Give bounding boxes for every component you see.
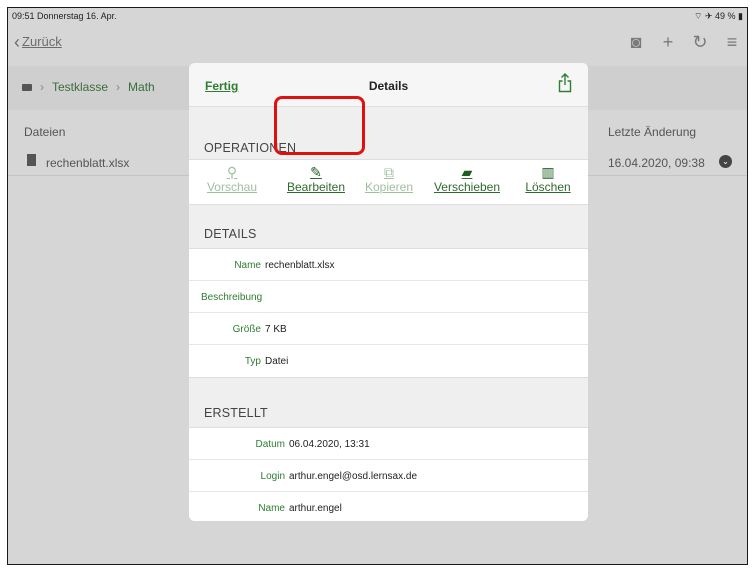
menu-icon[interactable]: ≡	[723, 32, 741, 53]
detail-row-name: Name rechenblatt.xlsx	[189, 249, 588, 281]
detail-value: 06.04.2020, 13:31	[289, 439, 370, 450]
column-files[interactable]: Dateien	[24, 125, 65, 139]
copy-label: Kopieren	[364, 180, 414, 194]
section-created: ERSTELLT	[204, 406, 268, 420]
chevron-left-icon: ‹	[14, 32, 20, 52]
dialog-title: Details	[368, 79, 409, 93]
folder-move-icon: ▰	[461, 164, 473, 180]
created-row-date: Datum 06.04.2020, 13:31	[189, 428, 588, 460]
breadcrumb-item-math[interactable]: Math	[128, 80, 155, 94]
dialog-body: OPERATIONEN ⚲ Vorschau ✎ Bearbeiten ⧉ Ko…	[189, 107, 588, 521]
screen-frame: 09:51 Donnerstag 16. Apr. ⌔ ✈ 49 % ▮ ‹ Zu…	[7, 7, 748, 565]
move-button[interactable]: ▰ Verschieben	[425, 164, 509, 194]
created-row-name: Name arthur.engel	[189, 492, 588, 521]
move-label: Verschieben	[433, 180, 501, 194]
highlight-annotation	[274, 96, 365, 155]
delete-label: Löschen	[525, 180, 571, 194]
details-list: Name rechenblatt.xlsx Beschreibung Größe…	[189, 248, 588, 378]
detail-value: arthur.engel@osd.lernsax.de	[289, 471, 418, 482]
detail-row-size: Größe 7 KB	[189, 313, 588, 345]
status-time: 09:51 Donnerstag 16. Apr.	[12, 11, 117, 21]
detail-key: Datum	[255, 439, 285, 450]
edit-label: Bearbeiten	[286, 180, 346, 194]
created-row-login: Login arthur.engel@osd.lernsax.de	[189, 460, 588, 492]
operations-bar: ⚲ Vorschau ✎ Bearbeiten ⧉ Kopieren ▰ Ver…	[189, 159, 588, 205]
delete-button[interactable]: ▥ Löschen	[517, 164, 579, 194]
copy-button[interactable]: ⧉ Kopieren	[361, 164, 417, 194]
detail-key: Name	[258, 503, 285, 514]
edit-button[interactable]: ✎ Bearbeiten	[277, 164, 355, 194]
detail-key: Beschreibung	[201, 292, 263, 303]
detail-value: 7 KB	[265, 324, 287, 335]
detail-row-type: Typ Datei	[189, 345, 588, 377]
refresh-icon[interactable]: ↻	[691, 32, 709, 53]
back-label: Zurück	[22, 34, 62, 49]
detail-key: Name	[234, 260, 261, 271]
dialog-header: Fertig Details	[189, 63, 588, 107]
file-modified: 16.04.2020, 09:38	[608, 156, 705, 170]
column-modified[interactable]: Letzte Änderung	[608, 125, 696, 139]
camera-icon[interactable]: ◙	[627, 32, 645, 53]
share-icon[interactable]	[558, 73, 572, 93]
status-indicators: ⌔ ✈ 49 % ▮	[694, 11, 743, 21]
detail-key: Größe	[232, 324, 261, 335]
preview-label: Vorschau	[206, 180, 258, 194]
file-icon	[27, 154, 36, 166]
detail-key: Login	[260, 471, 285, 482]
section-operations: OPERATIONEN	[204, 141, 297, 155]
plus-icon[interactable]: +	[659, 32, 677, 53]
copy-icon: ⧉	[384, 164, 394, 180]
folder-icon	[22, 83, 32, 91]
preview-button[interactable]: ⚲ Vorschau	[203, 164, 261, 194]
details-dialog: Fertig Details OPERATIONEN ⚲ Vorschau ✎ …	[189, 63, 588, 521]
created-list: Datum 06.04.2020, 13:31 Login arthur.eng…	[189, 427, 588, 521]
nav-actions: ◙ + ↻ ≡	[627, 32, 741, 53]
search-icon: ⚲	[226, 164, 238, 180]
pencil-icon: ✎	[310, 164, 322, 180]
nav-bar: ‹ Zurück ◙ + ↻ ≡	[8, 26, 747, 60]
chevron-right-icon: ›	[40, 80, 44, 94]
detail-value: arthur.engel	[289, 503, 342, 514]
back-button[interactable]: ‹ Zurück	[14, 32, 62, 52]
file-name: rechenblatt.xlsx	[46, 156, 130, 170]
detail-row-description[interactable]: Beschreibung	[189, 281, 588, 313]
trash-icon: ▥	[541, 164, 555, 180]
detail-key: Typ	[244, 356, 261, 367]
section-details: DETAILS	[204, 227, 257, 241]
chevron-right-icon: ›	[116, 80, 121, 94]
breadcrumb-item-testklasse[interactable]: Testklasse	[52, 80, 108, 94]
status-bar: 09:51 Donnerstag 16. Apr. ⌔ ✈ 49 % ▮	[8, 8, 747, 26]
detail-value: Datei	[265, 356, 289, 367]
chevron-down-icon[interactable]: ⌄	[719, 155, 732, 168]
detail-value: rechenblatt.xlsx	[265, 260, 335, 271]
